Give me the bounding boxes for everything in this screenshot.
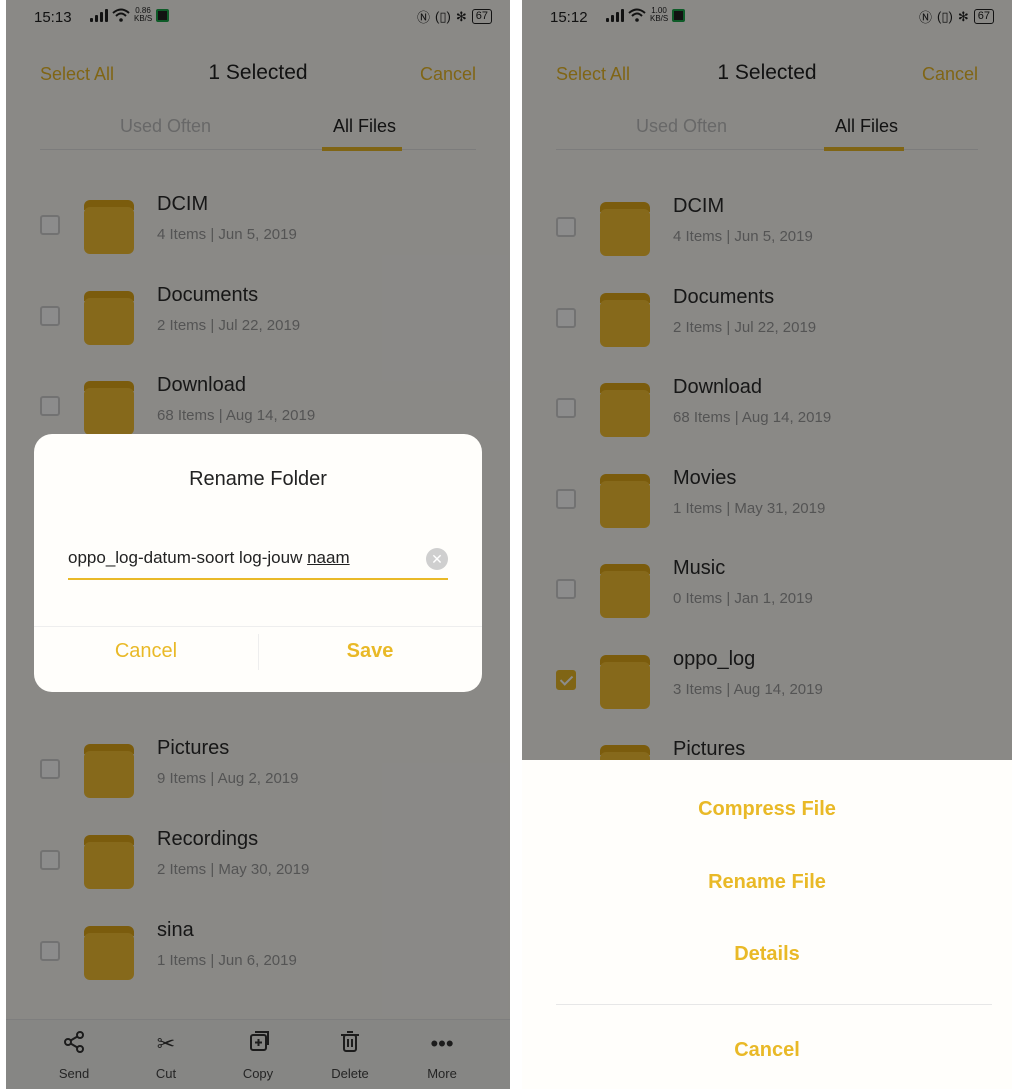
compress-file-button[interactable]: Compress File [522, 798, 1012, 821]
sheet-divider [556, 1004, 992, 1005]
dialog-save-button[interactable]: Save [258, 640, 482, 663]
more-actions-sheet: Compress File Rename File Details Cancel [522, 760, 1012, 1089]
sheet-cancel-button[interactable]: Cancel [522, 1039, 1012, 1062]
folder-name-input[interactable]: oppo_log-datum-soort log-jouw naam ✕ [68, 540, 448, 580]
canvas: 15:13 0.86 KB/S Ⓝ (▯) ✻ 67 Select All 1 … [0, 0, 1013, 1089]
dialog-divider [34, 626, 482, 627]
clear-input-icon[interactable]: ✕ [426, 548, 448, 570]
dialog-cancel-button[interactable]: Cancel [34, 640, 258, 663]
rename-file-button[interactable]: Rename File [522, 871, 1012, 894]
rename-folder-dialog: Rename Folder oppo_log-datum-soort log-j… [34, 434, 482, 692]
dialog-title: Rename Folder [189, 468, 327, 490]
phone-right: 15:12 1.00 KB/S Ⓝ (▯) ✻ 67 Select All 1 … [522, 0, 1012, 1089]
details-button[interactable]: Details [522, 943, 1012, 966]
phone-left: 15:13 0.86 KB/S Ⓝ (▯) ✻ 67 Select All 1 … [6, 0, 510, 1089]
